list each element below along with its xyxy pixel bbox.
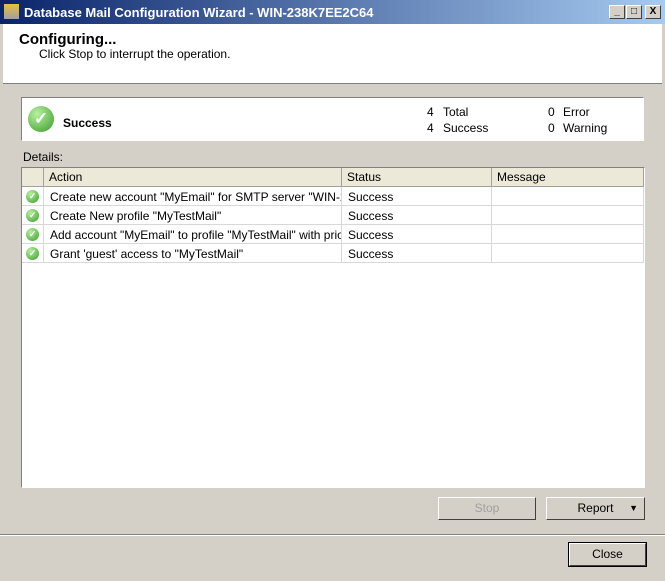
page-subtitle: Click Stop to interrupt the operation.: [39, 47, 231, 61]
column-header-status[interactable]: Status: [342, 168, 492, 187]
dropdown-arrow-icon: ▼: [629, 503, 638, 513]
warning-count: 0: [548, 121, 555, 135]
wizard-header: Configuring... Click Stop to interrupt t…: [3, 24, 662, 84]
message-cell: [492, 187, 644, 206]
table-row[interactable]: ✓ Create New profile "MyTestMail" Succes…: [22, 206, 644, 225]
total-label: Total: [443, 105, 469, 119]
action-cell: Grant 'guest' access to "MyTestMail": [44, 244, 342, 263]
divider: [0, 534, 665, 536]
maximize-button[interactable]: □: [626, 5, 642, 19]
status-cell: Success: [342, 206, 492, 225]
warning-label: Warning: [563, 121, 608, 135]
report-label: Report: [577, 501, 614, 515]
close-button[interactable]: Close: [568, 542, 647, 567]
details-label: Details:: [23, 150, 64, 164]
window-title: Database Mail Configuration Wizard - WIN…: [24, 5, 374, 20]
action-cell: Create New profile "MyTestMail": [44, 206, 342, 225]
table-row[interactable]: ✓ Create new account "MyEmail" for SMTP …: [22, 187, 644, 206]
action-cell: Create new account "MyEmail" for SMTP se…: [44, 187, 342, 206]
title-bar: Database Mail Configuration Wizard - WIN…: [0, 0, 665, 24]
table-row[interactable]: ✓ Add account "MyEmail" to profile "MyTe…: [22, 225, 644, 244]
success-icon: ✓: [26, 228, 39, 241]
success-icon: ✓: [28, 106, 54, 132]
success-count: 4: [427, 121, 434, 135]
message-cell: [492, 225, 644, 244]
status-cell: Success: [342, 244, 492, 263]
error-label: Error: [563, 105, 590, 119]
status-cell: Success: [342, 187, 492, 206]
success-icon: ✓: [26, 247, 39, 260]
column-header-message[interactable]: Message: [492, 168, 644, 187]
app-icon: [4, 4, 19, 19]
report-button[interactable]: Report ▼: [546, 497, 645, 520]
success-label: Success: [443, 121, 489, 135]
grid-header: Action Status Message: [22, 168, 644, 187]
action-cell: Add account "MyEmail" to profile "MyTest…: [44, 225, 342, 244]
stop-button[interactable]: Stop: [438, 497, 536, 520]
summary-status: Success: [63, 116, 112, 130]
page-title: Configuring...: [19, 31, 117, 48]
total-count: 4: [427, 105, 434, 119]
message-cell: [492, 244, 644, 263]
message-cell: [492, 206, 644, 225]
minimize-button[interactable]: _: [609, 5, 625, 19]
summary-panel: ✓ Success 4 Total 4 Success 0 Error 0 Wa…: [21, 97, 644, 141]
success-icon: ✓: [26, 209, 39, 222]
table-row[interactable]: ✓ Grant 'guest' access to "MyTestMail" S…: [22, 244, 644, 263]
details-grid[interactable]: Action Status Message ✓ Create new accou…: [21, 167, 645, 488]
error-count: 0: [548, 105, 555, 119]
column-header-action[interactable]: Action: [44, 168, 342, 187]
status-cell: Success: [342, 225, 492, 244]
close-window-button[interactable]: X: [645, 5, 661, 19]
success-icon: ✓: [26, 190, 39, 203]
